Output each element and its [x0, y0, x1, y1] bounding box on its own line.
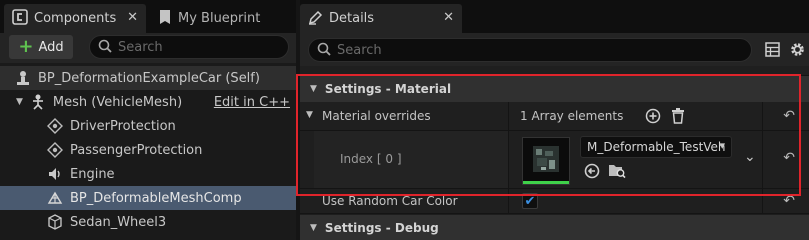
- reset-to-default-icon[interactable]: ↶: [783, 108, 795, 124]
- property-row-partial: [300, 66, 809, 76]
- details-tab-bar: Details ✕: [300, 0, 809, 33]
- tree-item-self[interactable]: BP_DeformationExampleCar (Self): [0, 66, 296, 90]
- expand-element-icon[interactable]: ⌄: [744, 149, 756, 165]
- asset-name: M_Deformable_TestVeh: [587, 140, 726, 154]
- search-icon: [317, 42, 331, 59]
- material-thumbnail[interactable]: [522, 137, 570, 185]
- use-random-car-color-row: Use Random Car Color ✔ ↶: [300, 189, 809, 214]
- browse-asset-icon[interactable]: [608, 162, 626, 182]
- section-title: Settings - Material: [324, 82, 452, 96]
- material-index-row: Index [ 0 ] M_Deformable_TestVeh ▾ ⌄ ↶: [300, 131, 809, 189]
- tab-components-label: Components: [34, 11, 117, 26]
- components-search[interactable]: [89, 35, 289, 59]
- add-button-label: Add: [38, 39, 64, 55]
- material-overrides-label: Material overrides: [322, 109, 431, 123]
- tab-components[interactable]: Components ✕: [4, 4, 146, 33]
- close-icon[interactable]: ✕: [443, 10, 454, 25]
- details-search-input[interactable]: [337, 42, 517, 58]
- collapse-arrow-icon[interactable]: ▼: [310, 223, 317, 233]
- tree-item-label: Engine: [70, 166, 115, 182]
- reset-to-default-icon[interactable]: ↶: [783, 150, 795, 166]
- add-component-button[interactable]: + Add: [9, 35, 73, 59]
- use-random-car-color-checkbox[interactable]: ✔: [522, 193, 538, 209]
- column-divider: [508, 102, 509, 130]
- details-panel: Details ✕ ▼ Settings - Material ▼ Materi…: [300, 0, 809, 240]
- tab-my-blueprint-label: My Blueprint: [178, 11, 261, 26]
- components-panel: Components ✕ My Blueprint + Add BP_Defor: [0, 0, 296, 240]
- column-divider: [762, 131, 763, 188]
- tree-item-label: Sedan_Wheel3: [70, 214, 167, 230]
- array-count-text: 1 Array elements: [520, 109, 624, 123]
- collapse-arrow-icon[interactable]: ▼: [310, 84, 317, 94]
- tree-item-label: PassengerProtection: [70, 142, 203, 158]
- plus-icon: +: [18, 36, 34, 57]
- expand-arrow-icon[interactable]: ▼: [16, 97, 23, 107]
- static-mesh-icon: [46, 213, 64, 231]
- component-icon: [46, 117, 64, 135]
- tree-item-driver-protection[interactable]: DriverProtection: [0, 114, 296, 138]
- column-divider: [762, 102, 763, 130]
- chevron-down-icon: ▾: [719, 139, 725, 152]
- section-settings-debug[interactable]: ▼ Settings - Debug: [300, 215, 809, 240]
- tree-item-mesh[interactable]: ▼ Mesh (VehicleMesh) Edit in C++: [0, 90, 296, 114]
- tree-item-label: BP_DeformationExampleCar (Self): [38, 70, 260, 86]
- index-label: Index [ 0 ]: [340, 152, 402, 166]
- tree-item-deformable-mesh-comp[interactable]: BP_DeformableMeshComp: [0, 186, 296, 210]
- components-toolbar: + Add: [0, 33, 296, 63]
- tree-item-label: BP_DeformableMeshComp: [70, 190, 242, 206]
- edit-in-cpp-link[interactable]: Edit in C++: [214, 95, 290, 110]
- tab-my-blueprint[interactable]: My Blueprint: [150, 4, 290, 33]
- left-tab-bar: Components ✕ My Blueprint: [0, 0, 296, 33]
- section-title: Settings - Debug: [324, 221, 439, 235]
- details-toolbar: [300, 33, 809, 66]
- close-icon[interactable]: ✕: [127, 10, 138, 25]
- tab-details-label: Details: [329, 11, 375, 26]
- pencil-icon: [308, 10, 323, 28]
- checkmark-icon: ✔: [524, 193, 536, 209]
- tab-details[interactable]: Details ✕: [300, 4, 462, 33]
- expand-arrow-icon[interactable]: ▼: [306, 110, 313, 120]
- component-icon: [46, 141, 64, 159]
- add-element-icon[interactable]: [645, 108, 661, 127]
- gear-icon[interactable]: [789, 41, 806, 61]
- components-icon: [12, 9, 28, 28]
- use-selected-asset-icon[interactable]: [584, 163, 600, 182]
- tree-item-engine[interactable]: Engine: [0, 162, 296, 186]
- asset-type-bar: [523, 181, 569, 184]
- trash-icon[interactable]: [671, 108, 685, 127]
- material-overrides-row: ▼ Material overrides 1 Array elements ↶: [300, 102, 809, 131]
- components-search-input[interactable]: [118, 39, 288, 55]
- column-divider: [508, 131, 509, 188]
- audio-icon: [46, 165, 64, 183]
- mesh-component-icon: [46, 189, 64, 207]
- use-random-car-color-label: Use Random Car Color: [322, 194, 458, 208]
- tree-item-label: Mesh (VehicleMesh): [52, 94, 183, 110]
- reset-to-default-icon[interactable]: ↶: [783, 193, 795, 209]
- tree-item-passenger-protection[interactable]: PassengerProtection: [0, 138, 296, 162]
- details-search[interactable]: [308, 38, 752, 62]
- column-divider: [508, 189, 509, 213]
- tree-item-label: DriverProtection: [70, 118, 176, 134]
- search-icon: [98, 39, 112, 56]
- column-divider: [762, 189, 763, 213]
- tree-item-sedan-wheel3[interactable]: Sedan_Wheel3: [0, 210, 296, 234]
- blueprint-book-icon: [158, 9, 172, 28]
- skeletal-mesh-icon: [29, 93, 47, 111]
- table-view-icon[interactable]: [765, 42, 780, 60]
- section-settings-material[interactable]: ▼ Settings - Material: [300, 76, 809, 102]
- actor-self-icon: [14, 69, 32, 87]
- material-asset-picker[interactable]: M_Deformable_TestVeh ▾: [580, 136, 732, 158]
